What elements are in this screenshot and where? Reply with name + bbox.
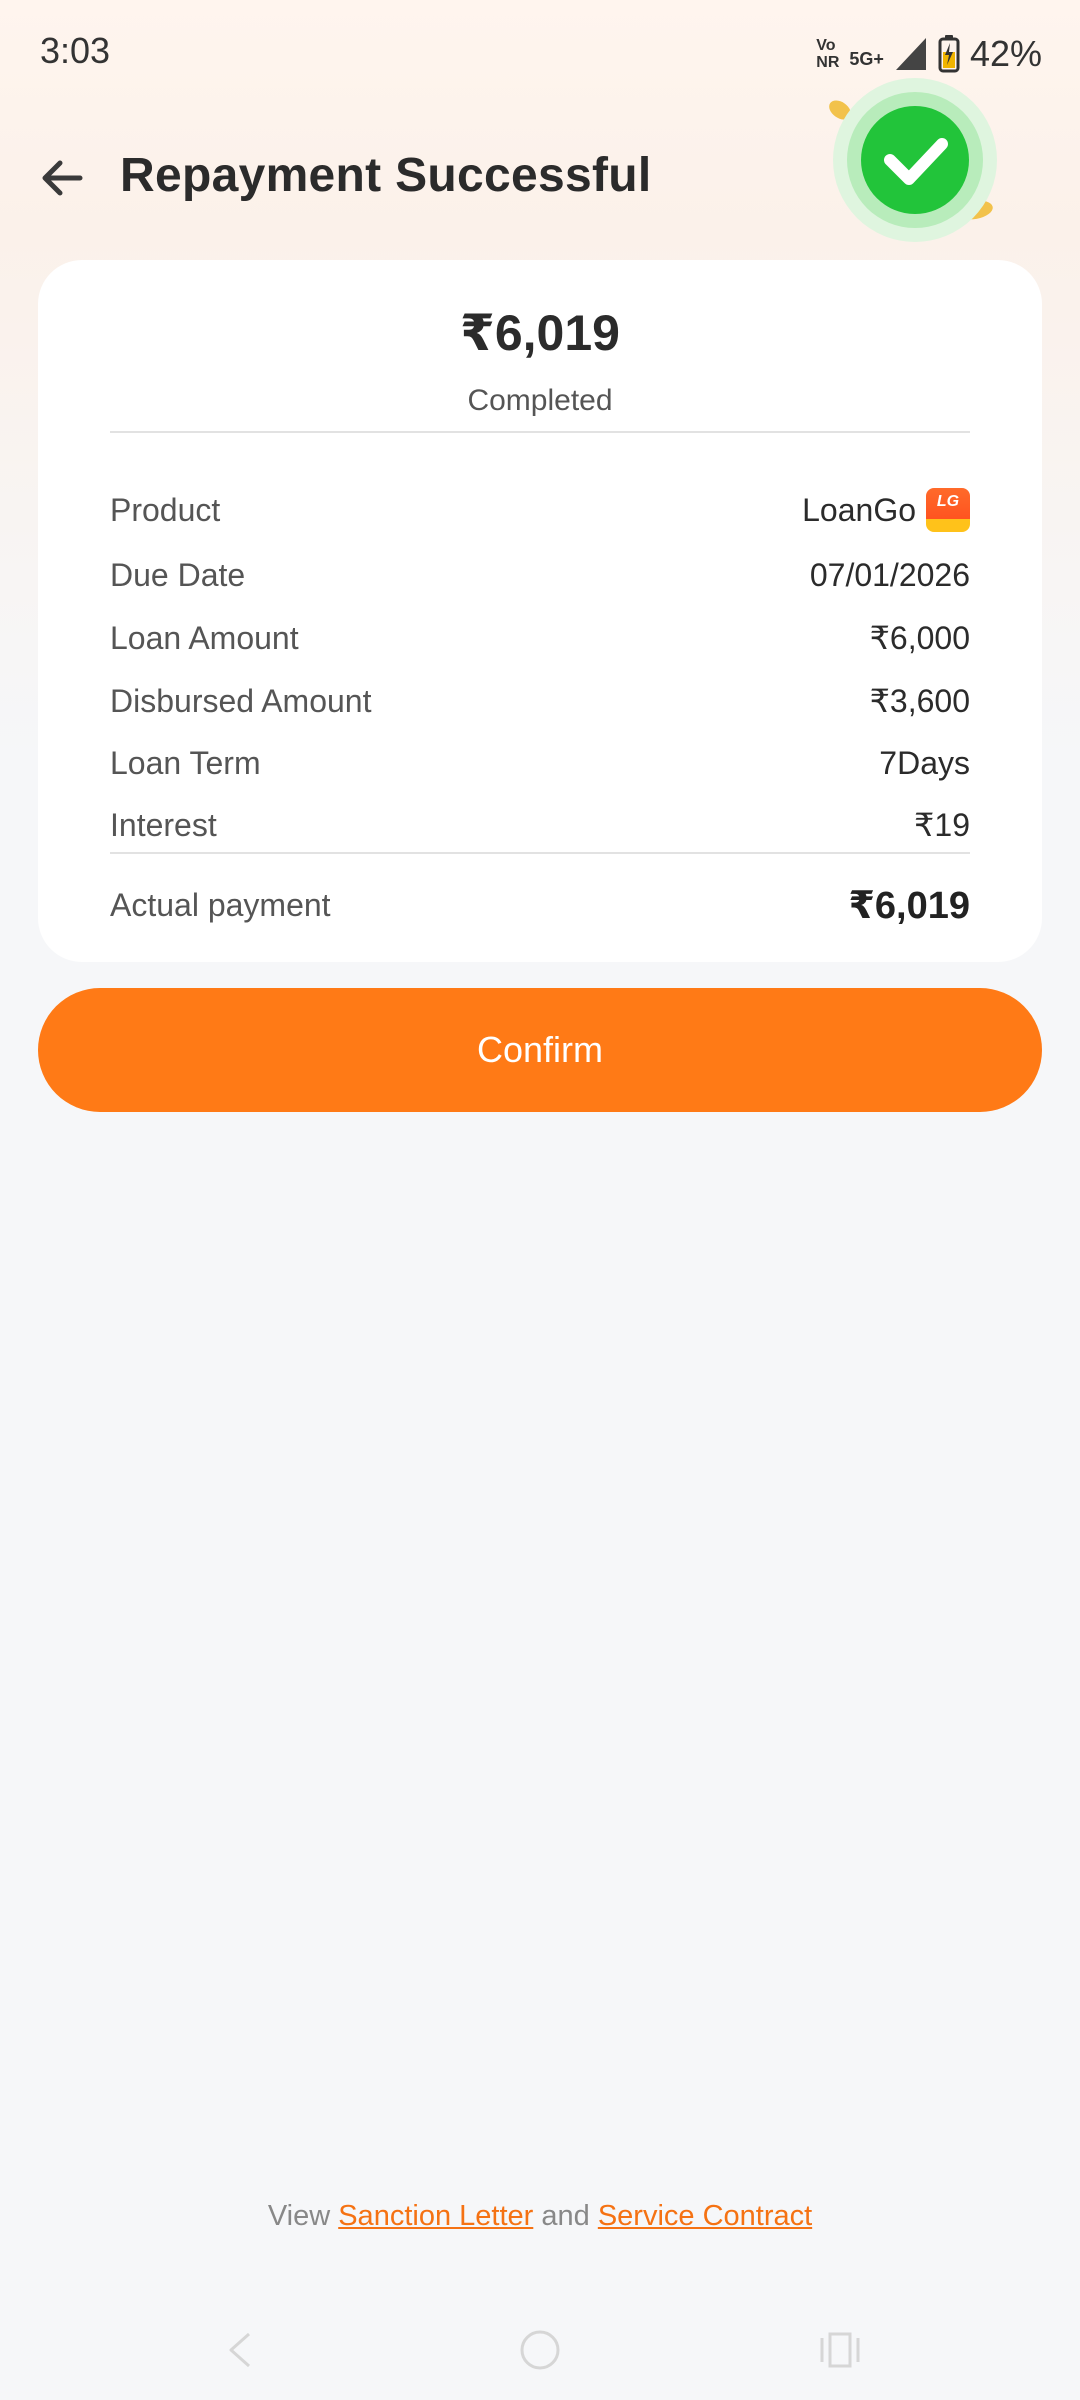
product-name: LoanGo [802,491,916,528]
arrow-left-icon [42,160,83,196]
detail-row-product: Product LoanGo LG [110,485,970,535]
detail-value: 7Days [879,744,970,781]
system-nav-bar [0,2300,1080,2400]
detail-value: ₹3,600 [869,683,970,719]
success-badge [810,60,1010,260]
page-title: Repayment Successful [120,149,652,202]
footer-links: View Sanction Letter and Service Contrac… [0,2200,1080,2233]
actual-payment-label: Actual payment [110,886,331,923]
detail-row-loan-amount: Loan Amount ₹6,000 [110,613,970,663]
nav-recents-icon [820,2332,860,2368]
detail-label: Product [110,491,221,528]
detail-row-disbursed-amount: Disbursed Amount ₹3,600 [110,676,970,726]
detail-row-loan-term: Loan Term 7Days [110,738,970,788]
footer-prefix: View [267,2200,331,2232]
detail-value: ₹19 [914,807,970,843]
volte-top-text: Vo [816,37,836,54]
detail-label: Due Date [110,556,246,593]
detail-label: Loan Term [110,744,261,781]
actual-payment-row: Actual payment ₹6,019 [110,880,970,930]
service-contract-link[interactable]: Service Contract [598,2200,812,2232]
repayment-status: Completed [467,384,613,417]
nav-home-button[interactable] [510,2322,570,2378]
detail-label: Loan Amount [110,619,299,656]
detail-value: LoanGo LG [802,488,970,532]
nav-back-button[interactable] [210,2322,270,2378]
logo-text: LG [936,493,960,510]
repayment-card: ₹6,019 Completed Product LoanGo LG Due D… [38,260,1042,962]
nav-back-icon [229,2332,250,2368]
detail-row-interest: Interest ₹19 [110,800,970,850]
check-circle-icon [829,78,997,242]
divider [110,852,970,854]
sanction-letter-link[interactable]: Sanction Letter [338,2200,533,2232]
footer-connector: and [541,2200,590,2232]
repayment-amount: ₹6,019 [460,305,620,361]
divider [110,431,970,433]
confirm-button[interactable]: Confirm [38,988,1042,1112]
actual-payment-value: ₹6,019 [848,884,970,927]
detail-label: Disbursed Amount [110,682,372,719]
back-button[interactable] [34,150,90,206]
nav-recents-button[interactable] [810,2322,870,2378]
detail-row-due-date: Due Date 07/01/2026 [110,550,970,600]
nav-home-icon [520,2330,560,2370]
detail-label: Interest [110,806,217,843]
detail-value: ₹6,000 [869,620,970,656]
loango-logo: LG [926,488,970,532]
detail-value: 07/01/2026 [809,556,970,593]
status-time: 3:03 [40,30,111,71]
